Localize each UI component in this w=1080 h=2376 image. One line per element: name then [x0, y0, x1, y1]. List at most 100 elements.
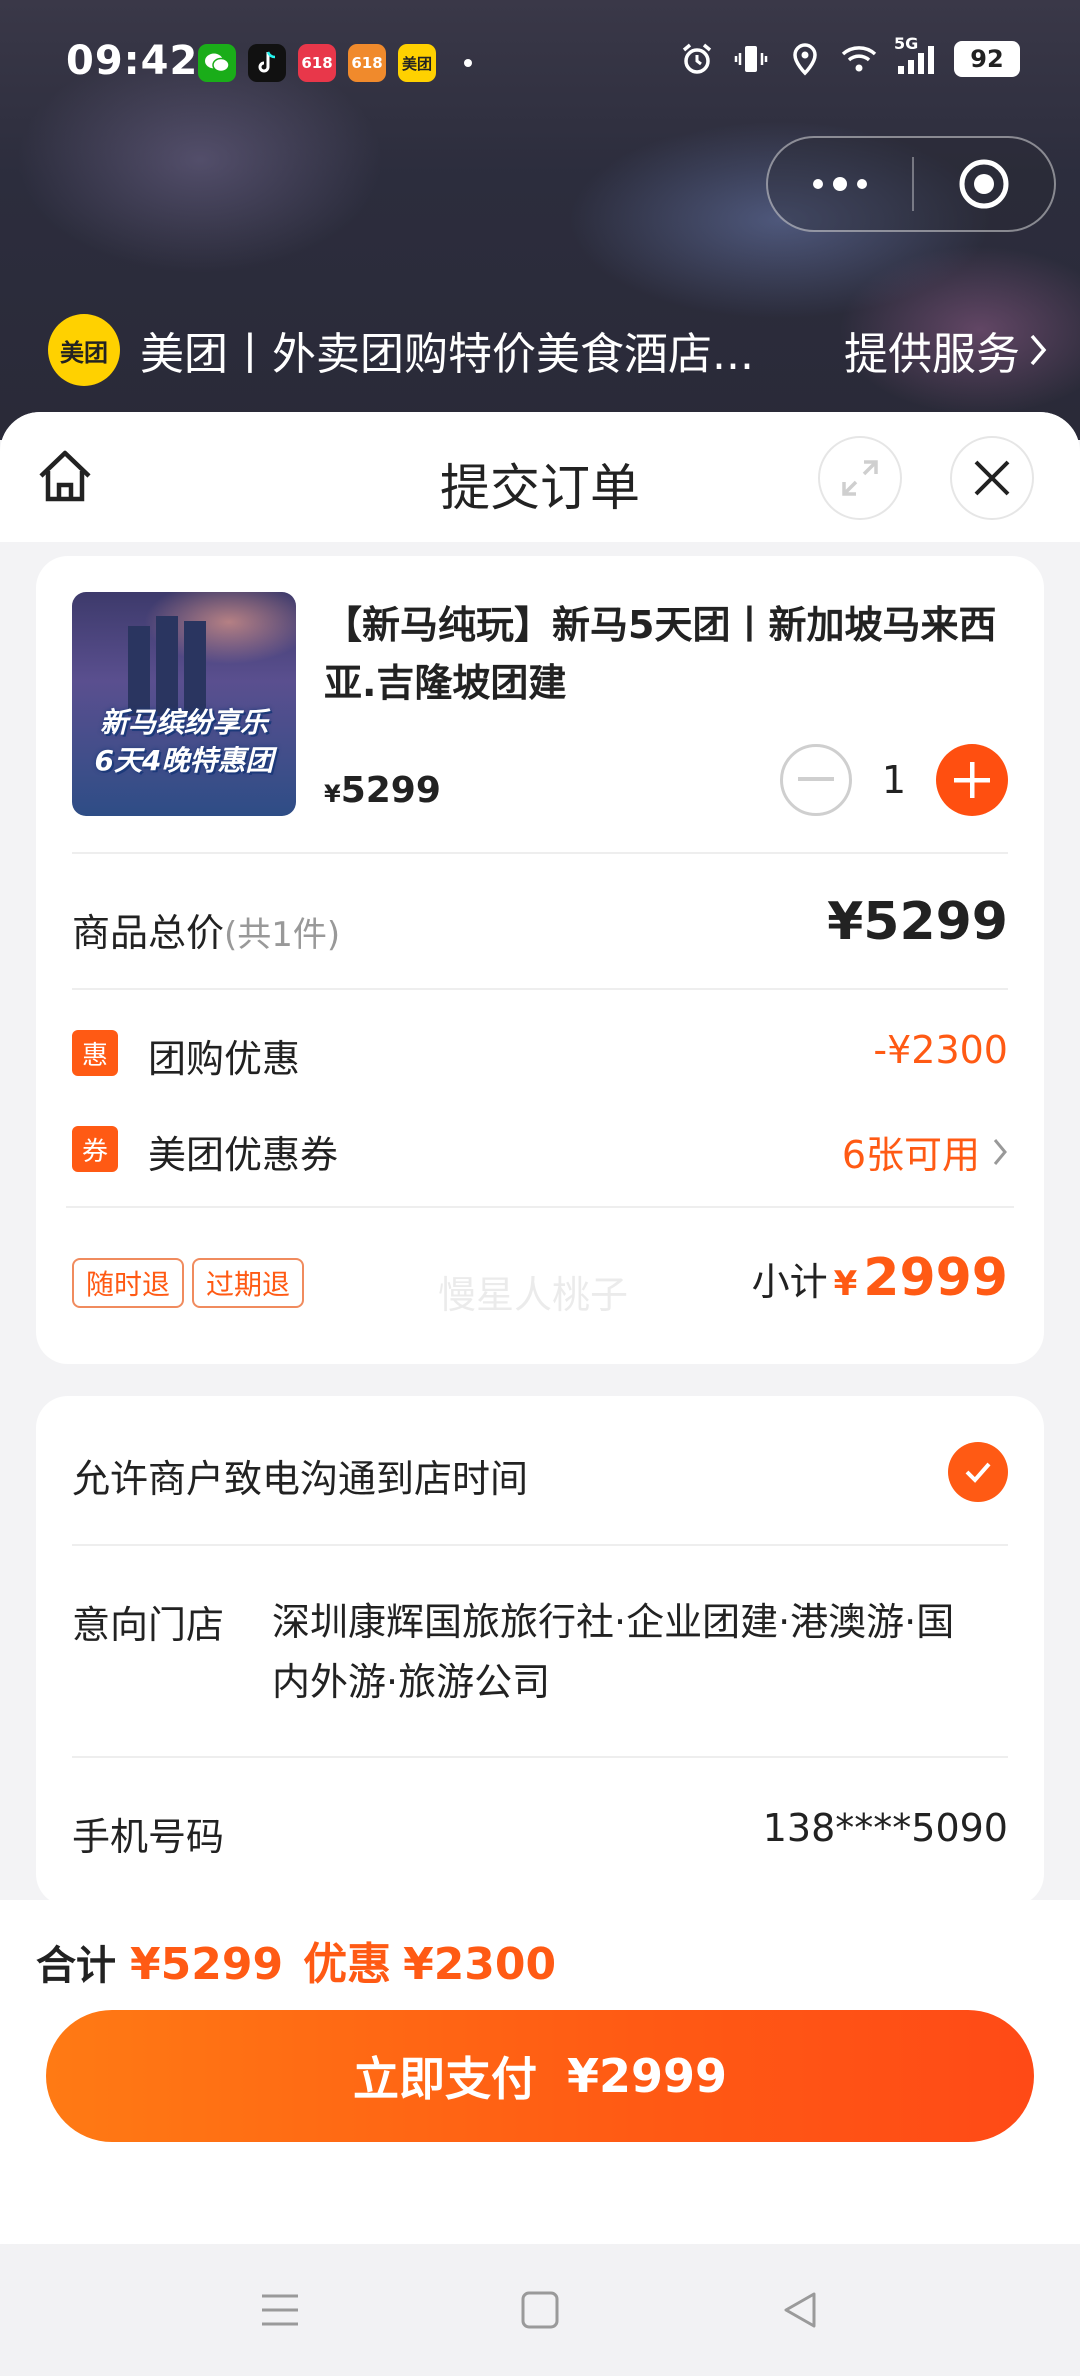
target-icon — [959, 159, 1009, 209]
close-icon — [974, 460, 1010, 496]
exit-mini-program-button[interactable] — [914, 138, 1054, 230]
discount-label: 优惠 — [303, 1939, 392, 1990]
coupon-available: 6张可用 — [841, 1133, 980, 1177]
watermark: 慢星人桃子 — [438, 1273, 629, 1317]
mini-program-capsule — [766, 136, 1056, 232]
chevron-right-icon — [993, 1138, 1007, 1165]
home-nav-button[interactable] — [510, 2280, 570, 2340]
minus-icon — [798, 777, 834, 781]
coupon-label: 美团优惠券 — [148, 1133, 339, 1177]
subtotal-symbol: ¥ — [833, 1264, 858, 1304]
divider — [66, 1206, 1014, 1208]
expand-icon — [842, 460, 878, 496]
system-icons: 5G 92 — [678, 34, 1020, 78]
status-bar: 09:42 618 618 美团 5G 92 — [0, 0, 1080, 130]
vibrate-icon — [732, 40, 770, 78]
contact-card: 允许商户致电沟通到店时间 意向门店 深圳康辉国旅旅行社·企业团建·港澳游·国内外… — [36, 1396, 1044, 1906]
allow-call-label: 允许商户致电沟通到店时间 — [72, 1457, 529, 1501]
pay-now-button[interactable]: 立即支付 ¥2999 — [46, 2010, 1034, 2142]
product-name[interactable]: 【新马纯玩】新马5天团丨新加坡马来西亚.吉隆坡团建 — [324, 596, 1004, 712]
store-value[interactable]: 深圳康辉国旅旅行社·企业团建·港澳游·国内外游·旅游公司 — [272, 1592, 992, 1712]
header-background: 09:42 618 618 美团 5G 92 美团 美团丨外卖团购特价美食酒店.… — [0, 0, 1080, 440]
page-title: 提交订单 — [440, 459, 640, 517]
wifi-icon — [840, 40, 878, 78]
phone-label: 手机号码 — [72, 1815, 225, 1859]
subtotal-label: 小计 — [751, 1260, 828, 1304]
price-symbol: ¥ — [324, 780, 341, 808]
tiktok-icon — [248, 44, 286, 82]
phone-value[interactable]: 138****5090 — [763, 1806, 1008, 1850]
expand-button[interactable] — [818, 436, 902, 520]
total-price-value: ¥5299 — [827, 892, 1008, 952]
meituan-mini-icon: 美团 — [398, 44, 436, 82]
discount-icon: 惠 — [72, 1030, 118, 1076]
thumbnail-tower — [184, 621, 206, 716]
divider — [72, 988, 1008, 990]
back-nav-button[interactable] — [770, 2280, 830, 2340]
app-618-label: 618 — [301, 54, 333, 72]
price-value: 5299 — [340, 770, 441, 811]
thumbnail-caption: 新马缤纷享乐 6天4晚特惠团 — [72, 704, 296, 780]
mini-program-info-row[interactable]: 美团 美团丨外卖团购特价美食酒店... 提供服务 — [48, 312, 1048, 388]
app-618b-icon: 618 — [348, 44, 386, 82]
status-time: 09:42 — [66, 38, 199, 84]
product-thumbnail[interactable]: 新马缤纷享乐 6天4晚特惠团 — [72, 592, 296, 816]
check-icon — [965, 1462, 991, 1483]
app-618-icon: 618 — [298, 44, 336, 82]
chevron-right-icon — [1030, 334, 1047, 366]
item-count: (共1件) — [224, 915, 341, 955]
coupon-selector[interactable]: 6张可用 — [842, 1124, 1008, 1179]
subtotal-value: 2999 — [863, 1248, 1008, 1308]
plus-icon — [954, 762, 990, 798]
signal-5g-icon: 5G — [894, 34, 938, 78]
subtotal: 小计 ¥2999 — [752, 1248, 1008, 1308]
service-label: 提供服务 — [844, 329, 1020, 380]
more-notifications-dot — [464, 59, 472, 67]
total-price-label-text: 商品总价 — [72, 911, 225, 955]
wechat-icon — [198, 44, 236, 82]
more-menu-button[interactable] — [768, 138, 912, 230]
thumbnail-tower — [128, 626, 150, 716]
system-navigation-bar — [0, 2244, 1080, 2376]
allow-call-checkbox[interactable] — [948, 1442, 1008, 1502]
group-discount-value: -¥2300 — [873, 1028, 1008, 1072]
app-618b-label: 618 — [351, 54, 383, 72]
sum-row: 合计 ¥5299 优惠 ¥2300 — [36, 1928, 556, 1992]
close-button[interactable] — [950, 436, 1034, 520]
refund-expired-tag: 过期退 — [192, 1258, 305, 1308]
product-card: 新马缤纷享乐 6天4晚特惠团 【新马纯玩】新马5天团丨新加坡马来西亚.吉隆坡团建… — [36, 556, 1044, 1364]
recent-apps-button[interactable] — [250, 2280, 310, 2340]
total-price-label: 商品总价(共1件) — [72, 902, 340, 957]
meituan-mini-label: 美团 — [401, 54, 432, 73]
sheet-header: 提交订单 — [0, 412, 1080, 542]
sum-label: 合计 — [36, 1943, 116, 1989]
product-price: ¥5299 — [324, 770, 441, 811]
pay-now-amount: ¥2999 — [566, 2049, 728, 2103]
divider — [72, 852, 1008, 854]
decrease-quantity-button[interactable] — [780, 744, 852, 816]
network-label: 5G — [894, 34, 919, 53]
checkout-bar: 合计 ¥5299 优惠 ¥2300 立即支付 ¥2999 — [0, 1900, 1080, 2244]
group-discount-label: 团购优惠 — [148, 1037, 301, 1081]
back-triangle-icon — [784, 2292, 816, 2328]
location-icon — [786, 40, 824, 78]
coupon-icon: 券 — [72, 1126, 118, 1172]
quantity-stepper: 1 — [780, 744, 1008, 816]
service-link[interactable]: 提供服务 — [844, 318, 1048, 382]
menu-icon — [262, 2294, 298, 2326]
battery-indicator: 92 — [954, 41, 1020, 77]
quantity-value[interactable]: 1 — [852, 758, 936, 802]
meituan-logo: 美团 — [48, 314, 120, 386]
thumbnail-tower — [156, 616, 178, 716]
increase-quantity-button[interactable] — [936, 744, 1008, 816]
more-dots-icon — [813, 177, 867, 191]
square-icon — [521, 2291, 559, 2329]
divider — [72, 1756, 1008, 1758]
divider — [72, 1544, 1008, 1546]
store-label: 意向门店 — [72, 1603, 225, 1647]
mini-program-title: 美团丨外卖团购特价美食酒店... — [140, 329, 754, 380]
pay-now-label: 立即支付 — [352, 2052, 537, 2106]
refund-anytime-tag: 随时退 — [72, 1258, 185, 1308]
thumbnail-caption-line1: 新马缤纷享乐 — [99, 706, 268, 739]
thumbnail-caption-line2: 6天4晚特惠团 — [94, 744, 274, 777]
